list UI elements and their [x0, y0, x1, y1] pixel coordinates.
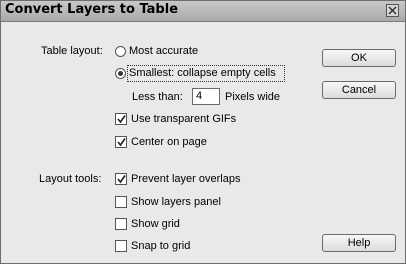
- prevent-overlaps-label[interactable]: Prevent layer overlaps: [131, 173, 240, 185]
- checkmark-icon: [117, 138, 126, 147]
- transparent-gifs-label[interactable]: Use transparent GIFs: [131, 113, 236, 125]
- show-layers-panel-checkbox[interactable]: [115, 196, 127, 208]
- close-icon: [388, 6, 397, 15]
- most-accurate-label[interactable]: Most accurate: [129, 45, 198, 57]
- dialog-title: Convert Layers to Table: [5, 2, 179, 17]
- smallest-label[interactable]: Smallest: collapse empty cells: [129, 67, 276, 79]
- snap-to-grid-checkbox[interactable]: [115, 240, 127, 252]
- ok-button[interactable]: OK: [322, 49, 396, 67]
- less-than-input[interactable]: 4: [192, 88, 220, 105]
- center-on-page-checkbox[interactable]: [115, 136, 127, 148]
- cancel-button[interactable]: Cancel: [322, 81, 396, 99]
- less-than-label: Less than:: [132, 91, 183, 103]
- help-button[interactable]: Help: [322, 234, 396, 252]
- snap-to-grid-label[interactable]: Snap to grid: [131, 240, 190, 252]
- transparent-gifs-checkbox[interactable]: [115, 113, 127, 125]
- layout-tools-label: Layout tools:: [39, 173, 102, 185]
- show-grid-label[interactable]: Show grid: [131, 218, 180, 230]
- title-bar[interactable]: Convert Layers to Table: [1, 1, 405, 22]
- prevent-overlaps-checkbox[interactable]: [115, 173, 127, 185]
- show-grid-checkbox[interactable]: [115, 218, 127, 230]
- table-layout-label: Table layout:: [41, 45, 103, 57]
- convert-layers-dialog: Convert Layers to Table Table layout: Mo…: [0, 0, 406, 264]
- close-button[interactable]: [386, 4, 399, 17]
- smallest-radio[interactable]: [115, 68, 126, 79]
- pixels-wide-label: Pixels wide: [225, 91, 281, 103]
- checkmark-icon: [117, 175, 126, 184]
- checkmark-icon: [117, 115, 126, 124]
- most-accurate-radio[interactable]: [115, 46, 126, 57]
- show-layers-panel-label[interactable]: Show layers panel: [131, 196, 221, 208]
- center-on-page-label[interactable]: Center on page: [131, 136, 207, 148]
